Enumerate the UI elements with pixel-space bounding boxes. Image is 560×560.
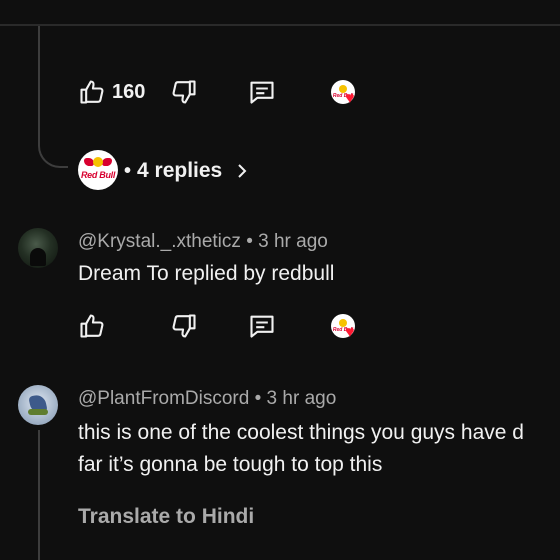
thumbs-up-icon <box>80 80 104 104</box>
separator-dot: • <box>124 159 132 182</box>
avatar[interactable] <box>18 228 58 268</box>
red-bull-avatar[interactable]: Red Bull <box>78 150 118 190</box>
thumbs-down-icon <box>172 314 196 338</box>
thumbs-down-icon <box>172 80 196 104</box>
top-comment-actions: 160 Red Bull ♥ <box>78 75 378 109</box>
replies-count-label: 4 replies <box>137 159 223 182</box>
comment-actions: Red Bull ♥ <box>78 309 378 343</box>
translate-button[interactable]: Translate to Hindi <box>78 505 254 529</box>
like-button[interactable] <box>78 309 106 343</box>
comment-author[interactable]: @PlantFromDiscord <box>78 388 249 409</box>
comment-author[interactable]: @Krystal._.xtheticz <box>78 231 241 252</box>
comment-text: Dream To replied by redbull <box>78 258 334 290</box>
creator-heart-badge: Red Bull ♥ <box>331 75 365 109</box>
dislike-button[interactable] <box>170 309 198 343</box>
thread-line-bottom <box>38 430 40 560</box>
separator-dot: • <box>254 388 262 409</box>
creator-heart-badge: Red Bull ♥ <box>331 309 365 343</box>
reply-button[interactable] <box>248 309 276 343</box>
comment-text-line: far it’s gonna be tough to top this <box>78 453 383 476</box>
comment-timestamp[interactable]: 3 hr ago <box>258 231 328 252</box>
comment-timestamp[interactable]: 3 hr ago <box>267 388 337 409</box>
separator-dot: • <box>246 231 253 252</box>
comment-meta: @Krystal._.xtheticz • 3 hr ago <box>78 231 328 253</box>
comment-meta: @PlantFromDiscord • 3 hr ago <box>78 388 336 410</box>
comment-icon <box>250 81 274 104</box>
red-heart-icon: ♥ <box>345 324 355 341</box>
red-heart-icon: ♥ <box>345 90 355 107</box>
comment-icon <box>250 315 274 338</box>
like-button[interactable]: 160 <box>78 75 145 109</box>
avatar-logo-text: Red Bull <box>80 170 116 180</box>
top-divider <box>0 24 560 26</box>
like-count: 160 <box>112 80 146 103</box>
view-replies-button[interactable]: • 4 replies <box>124 156 250 186</box>
thread-connector <box>38 118 68 168</box>
comment-text-line: Dream To replied by redbull <box>78 262 335 285</box>
reply-button[interactable] <box>248 75 276 109</box>
dislike-button[interactable] <box>170 75 198 109</box>
avatar[interactable] <box>18 385 58 425</box>
thumbs-up-icon <box>80 314 104 338</box>
comment-text-line: this is one of the coolest things you gu… <box>78 421 524 444</box>
chevron-right-icon <box>238 164 247 178</box>
comment-text: this is one of the coolest things you gu… <box>78 417 524 481</box>
